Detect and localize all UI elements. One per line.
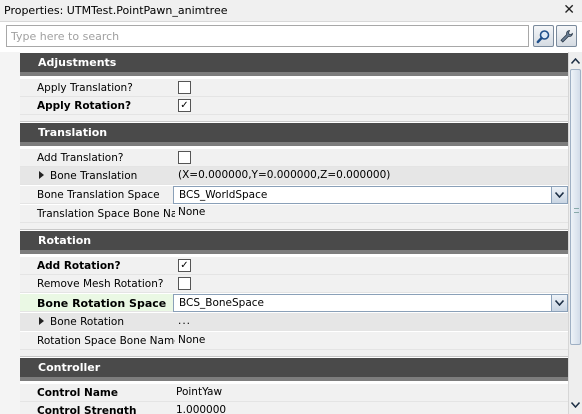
property-name: Bone Rotation Space [20,294,175,311]
add-rotation-checkbox[interactable]: ✓ [178,259,191,272]
expand-triangle-icon[interactable] [39,171,44,179]
property-rotation-space-bone-name: Rotation Space Bone Name None [20,332,568,350]
properties-panel: Adjustments Apply Translation? Apply Rot… [0,52,568,414]
control-strength-value[interactable]: 1.000000 [176,402,226,414]
grip-icon [574,208,579,213]
property-apply-translation: Apply Translation? [20,79,568,97]
property-add-rotation: Add Rotation? ✓ [20,257,568,275]
property-bone-rotation-space: Bone Rotation Space BCS_BoneSpace [20,294,568,312]
window-title: Properties: UTMTest.PointPawn_animtree [4,4,228,17]
find-button[interactable] [533,25,554,47]
scroll-down-button[interactable] [569,398,582,412]
category-label: Controller [38,361,101,374]
chevron-down-icon [571,402,580,408]
property-name: Bone Translation [20,167,175,184]
property-name: Apply Rotation? [37,100,132,112]
property-control-strength: Control Strength 1.000000 [20,402,568,414]
property-bone-translation[interactable]: Bone Translation (X=0.000000,Y=0.000000,… [20,167,568,185]
apply-rotation-checkbox[interactable]: ✓ [178,99,191,112]
category-label: Adjustments [38,56,117,69]
property-name: Add Translation? [37,152,124,164]
bone-rotation-space-dropdown[interactable]: BCS_BoneSpace [173,294,568,312]
property-apply-rotation: Apply Rotation? ✓ [20,97,568,115]
property-name: Apply Translation? [37,82,133,94]
translation-space-bone-name-value[interactable]: None [178,205,205,222]
wrench-icon [560,29,573,43]
bone-rotation-value[interactable]: ... [178,313,191,330]
scroll-up-button[interactable] [569,54,582,68]
property-name: Add Rotation? [37,260,121,272]
bone-translation-value: (X=0.000000,Y=0.000000,Z=0.000000) [178,169,391,181]
dropdown-value: BCS_BoneSpace [179,297,265,309]
property-add-translation: Add Translation? [20,149,568,167]
bone-translation-space-dropdown[interactable]: BCS_WorldSpace [173,186,568,204]
control-name-value[interactable]: PointYaw [176,384,222,401]
magnifier-icon [536,29,550,43]
vertical-scrollbar[interactable] [568,52,582,414]
property-name: Control Name [37,387,118,399]
dropdown-value: BCS_WorldSpace [179,189,268,201]
category-spacer [20,350,568,357]
category-rotation[interactable]: Rotation [20,231,568,254]
property-bone-rotation[interactable]: Bone Rotation ... [20,313,568,331]
chevron-up-icon [571,58,580,64]
property-remove-mesh-rotation: Remove Mesh Rotation? [20,275,568,293]
search-input[interactable] [6,25,529,47]
property-bone-translation-space: Bone Translation Space BCS_WorldSpace [20,186,568,204]
title-bar: Properties: UTMTest.PointPawn_animtree ✕ [0,0,582,22]
category-spacer [20,223,568,230]
category-controller[interactable]: Controller [20,358,568,381]
property-name: Bone Rotation [20,313,175,330]
property-name: Rotation Space Bone Name [37,335,175,347]
property-name: Bone Translation Space [37,189,160,201]
chevron-down-icon [555,300,564,306]
dropdown-arrow[interactable] [551,295,567,311]
property-name-text: Bone Rotation [50,316,124,328]
expand-triangle-icon[interactable] [39,317,44,325]
apply-translation-checkbox[interactable] [178,81,191,94]
property-name: Remove Mesh Rotation? [37,278,164,290]
add-translation-checkbox[interactable] [178,151,191,164]
category-label: Rotation [38,234,92,247]
category-adjustments[interactable]: Adjustments [20,53,568,76]
remove-mesh-rotation-checkbox[interactable] [178,277,191,290]
row-gutter [0,52,20,414]
category-spacer [20,115,568,122]
search-bar [0,22,582,52]
scroll-thumb[interactable] [570,69,581,345]
property-translation-space-bone-name: Translation Space Bone Nam None [20,205,568,223]
rotation-space-bone-name-value[interactable]: None [178,332,205,349]
property-name: Translation Space Bone Nam [37,208,175,220]
property-name-text: Bone Translation [50,170,138,182]
category-translation[interactable]: Translation [20,123,568,146]
search-options-button[interactable] [556,25,577,47]
property-name: Control Strength [37,405,137,414]
close-icon[interactable]: ✕ [563,2,575,18]
property-control-name: Control Name PointYaw [20,384,568,402]
category-label: Translation [38,126,108,139]
chevron-down-icon [555,192,564,198]
dropdown-arrow[interactable] [551,187,567,203]
